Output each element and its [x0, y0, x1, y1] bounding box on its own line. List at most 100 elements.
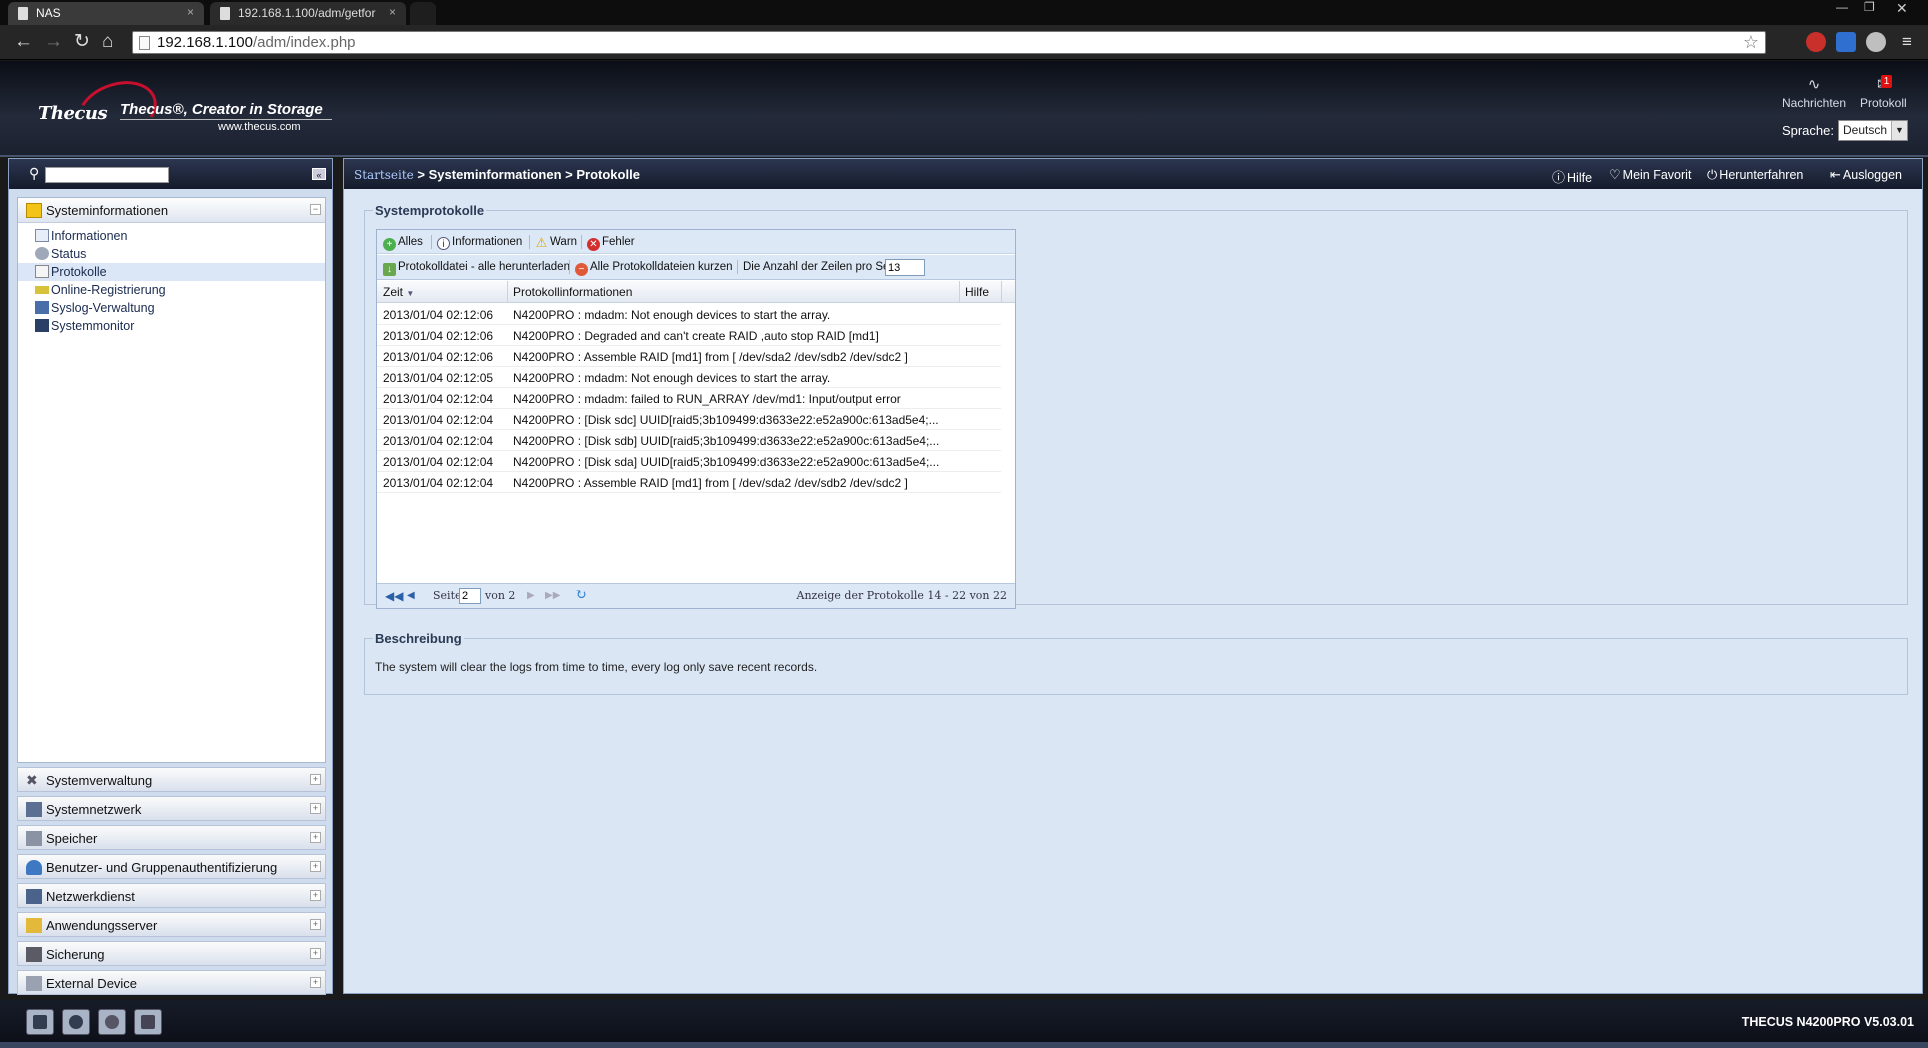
favorite-button[interactable]: ♡ Mein Favorit [1609, 167, 1691, 183]
close-window-icon[interactable]: ✕ [1896, 0, 1908, 17]
first-page-icon[interactable]: ◀◀ [385, 589, 403, 603]
accordion-label: External Device [46, 976, 138, 991]
table-row[interactable]: 2013/01/04 02:12:04 N4200PRO : mdadm: fai… [377, 388, 1001, 409]
accordion-netzwerkdienst[interactable]: Netzwerkdienst + [17, 883, 326, 908]
expand-toggle-icon[interactable]: + [310, 803, 321, 814]
table-row[interactable]: 2013/01/04 02:12:06 N4200PRO : mdadm: Not… [377, 304, 1001, 325]
breadcrumb-home-link[interactable]: Startseite [354, 168, 414, 182]
news-button[interactable]: ∿ Nachrichten [1782, 77, 1846, 111]
sidebar-item-syslog-verwaltung[interactable]: Syslog-Verwaltung [18, 299, 325, 317]
nav-search-input[interactable] [45, 167, 169, 183]
next-page-icon[interactable]: ▶ [527, 590, 535, 601]
back-icon[interactable]: ← [14, 31, 33, 53]
download-logs-button[interactable]: ↓ Protokolldatei - alle herunterladen [383, 261, 570, 276]
expand-toggle-icon[interactable]: + [310, 861, 321, 872]
browser-tab-nas[interactable]: NAS × [8, 2, 204, 25]
sidebar-item-online-registrierung[interactable]: Online-Registrierung [18, 281, 325, 299]
accordion-external-device[interactable]: External Device + [17, 970, 326, 995]
sidebar-item-protokolle[interactable]: Protokolle [18, 263, 325, 281]
collapse-toggle-icon[interactable]: − [310, 204, 321, 215]
translate-icon[interactable] [1836, 32, 1856, 52]
accordion-systeminformationen[interactable]: Systeminformationen − [18, 198, 325, 223]
table-row[interactable]: 2013/01/04 02:12:05 N4200PRO : mdadm: Not… [377, 367, 1001, 388]
accordion-sicherung[interactable]: Sicherung + [17, 941, 326, 966]
menu-icon[interactable]: ≡ [1902, 31, 1912, 53]
sort-desc-icon: ▼ [406, 289, 415, 298]
accordion-speicher[interactable]: Speicher + [17, 825, 326, 850]
filter-all-button[interactable]: + Alles [383, 236, 423, 251]
minimize-icon[interactable]: — [1836, 0, 1848, 14]
log-button[interactable]: ✉1 Protokoll [1860, 75, 1907, 110]
sidebar-item-status[interactable]: Status [18, 245, 325, 263]
bottom-taskbar: THECUS N4200PRO V5.03.01 [0, 1000, 1928, 1048]
close-tab-icon[interactable]: × [187, 5, 194, 19]
page-number-input[interactable] [459, 588, 481, 604]
reload-icon[interactable]: ↻ [74, 31, 90, 53]
network-tree-icon[interactable] [134, 1009, 162, 1035]
expand-toggle-icon[interactable]: + [310, 774, 321, 785]
expand-toggle-icon[interactable]: + [310, 948, 321, 959]
address-path: /adm/index.php [252, 34, 356, 51]
refresh-icon[interactable]: ↻ [575, 587, 587, 603]
close-tab-icon[interactable]: × [389, 5, 396, 19]
document-icon [220, 7, 230, 20]
accordion-anwendungsserver[interactable]: Anwendungsserver + [17, 912, 326, 937]
cell-message: N4200PRO : mdadm: Not enough devices to … [513, 308, 831, 322]
filter-error-button[interactable]: ✕ Fehler [587, 236, 635, 251]
truncate-logs-button[interactable]: − Alle Protokolldateien kurzen [575, 261, 733, 276]
expand-toggle-icon[interactable]: + [310, 890, 321, 901]
new-tab-button[interactable] [410, 2, 436, 25]
browser-tab-getform[interactable]: 192.168.1.100/adm/getfor × [210, 2, 406, 25]
shutdown-button[interactable]: ⏻ Herunterfahren [1707, 167, 1803, 183]
column-header-info[interactable]: Protokollinformationen [513, 285, 632, 299]
home-icon[interactable]: ⌂ [102, 31, 113, 53]
accordion-systemverwaltung[interactable]: ✖ Systemverwaltung + [17, 767, 326, 792]
column-header-time[interactable]: Zeit ▼ [383, 285, 414, 299]
chevron-down-icon: ▼ [1891, 121, 1907, 140]
last-page-icon[interactable]: ▶▶ [545, 590, 560, 601]
collapse-panel-icon[interactable]: « [312, 168, 326, 180]
bookmark-star-icon[interactable]: ☆ [1743, 32, 1759, 53]
registration-icon [35, 286, 49, 294]
table-row[interactable]: 2013/01/04 02:12:06 N4200PRO : Degraded a… [377, 325, 1001, 346]
table-row[interactable]: 2013/01/04 02:12:04 N4200PRO : [Disk sdb]… [377, 430, 1001, 451]
accordion-label: Sicherung [46, 947, 105, 962]
table-row[interactable]: 2013/01/04 02:12:06 N4200PRO : Assemble R… [377, 346, 1001, 367]
cell-time: 2013/01/04 02:12:05 [383, 371, 494, 385]
accordion-label: Anwendungsserver [46, 918, 158, 933]
table-row[interactable]: 2013/01/04 02:12:04 N4200PRO : [Disk sdc]… [377, 409, 1001, 430]
filter-warn-button[interactable]: ⚠ Warn [535, 236, 577, 249]
expand-toggle-icon[interactable]: + [310, 977, 321, 988]
description-text: The system will clear the logs from time… [375, 660, 818, 674]
sidebar-item-label: Syslog-Verwaltung [51, 301, 155, 315]
extension-chat-icon[interactable] [1806, 32, 1826, 52]
accordion-benutzer-gruppen[interactable]: Benutzer- und Gruppenauthentifizierung + [17, 854, 326, 879]
expand-toggle-icon[interactable]: + [310, 919, 321, 930]
server-icon[interactable] [26, 1009, 54, 1035]
fan-icon[interactable] [98, 1009, 126, 1035]
forward-icon[interactable]: → [44, 31, 63, 53]
filter-info-button[interactable]: i Informationen [437, 236, 522, 250]
extension-globe-icon[interactable] [1866, 32, 1886, 52]
rows-per-page-input[interactable] [885, 259, 925, 276]
accordion-systemnetzwerk[interactable]: Systemnetzwerk + [17, 796, 326, 821]
column-header-help[interactable]: Hilfe [965, 285, 989, 299]
table-row[interactable]: 2013/01/04 02:12:04 N4200PRO : [Disk sda]… [377, 451, 1001, 472]
table-row[interactable]: 2013/01/04 02:12:04 N4200PRO : Assemble R… [377, 472, 1001, 493]
cell-time: 2013/01/04 02:12:04 [383, 434, 494, 448]
breadcrumb: Startseite > Systeminformationen > Proto… [354, 167, 640, 182]
expand-toggle-icon[interactable]: + [310, 832, 321, 843]
language-select[interactable]: Deutsch ▼ [1838, 120, 1908, 141]
prev-page-icon[interactable]: ◀ [407, 590, 415, 601]
help-button[interactable]: ⓘ Hilfe [1552, 167, 1592, 186]
sidebar-item-informationen[interactable]: Informationen [18, 227, 325, 245]
app-server-icon [26, 918, 42, 933]
logout-button[interactable]: ⇤ Ausloggen [1830, 167, 1902, 183]
os-taskbar-strip [0, 1042, 1928, 1048]
disk-icon-glyph [69, 1015, 83, 1029]
favorite-label: Mein Favorit [1622, 168, 1692, 182]
address-bar[interactable]: 192.168.1.100/adm/index.php ☆ [132, 31, 1766, 54]
sidebar-item-systemmonitor[interactable]: Systemmonitor [18, 317, 325, 335]
disk-icon[interactable] [62, 1009, 90, 1035]
restore-icon[interactable]: ❐ [1864, 0, 1875, 14]
